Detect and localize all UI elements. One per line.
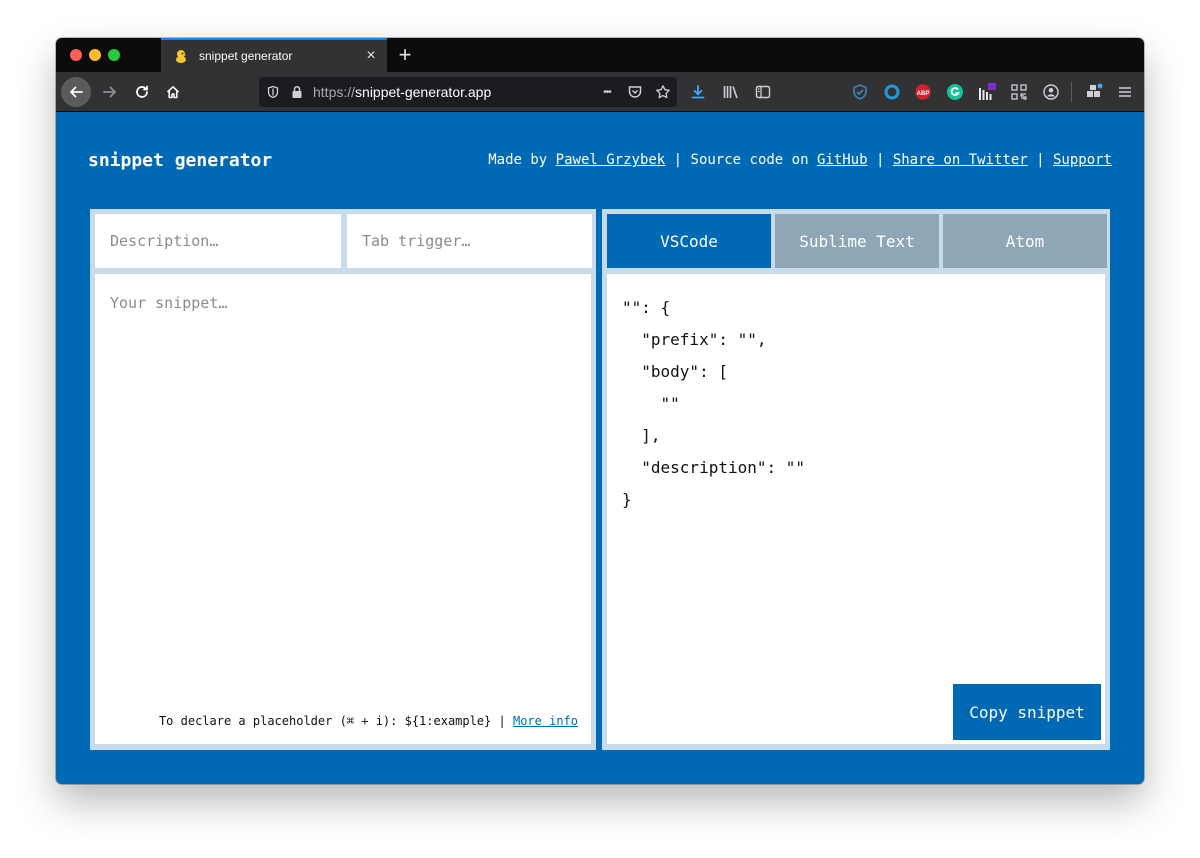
hint-text: To declare a placeholder (⌘ + i): ${1:ex… [158, 714, 513, 728]
reload-button[interactable] [127, 77, 157, 107]
sidebar-icon[interactable] [749, 77, 777, 107]
tab-sublime-text[interactable]: Sublime Text [775, 214, 939, 268]
tracking-shield-icon[interactable] [259, 77, 287, 107]
bookmark-star-icon[interactable] [649, 77, 677, 107]
menu-icon[interactable] [1111, 77, 1139, 107]
tab-trigger-input[interactable] [347, 214, 592, 268]
reload-icon [136, 85, 148, 98]
page-actions-icon[interactable]: ••• [593, 77, 621, 107]
author-link[interactable]: Pawel Grzybek [556, 152, 666, 168]
adblock-plus-icon[interactable]: ABP [909, 77, 937, 107]
circle-extension-icon[interactable] [878, 77, 906, 107]
tab-title: snippet generator [199, 49, 293, 63]
home-button[interactable] [158, 77, 188, 107]
qr-code-icon[interactable] [1005, 77, 1033, 107]
url-text[interactable]: https://snippet-generator.app [313, 84, 593, 100]
header-links: Made by Pawel Grzybek | Source code on G… [488, 152, 1112, 168]
snippet-output: "": { "prefix": "", "body": [ "" ], "des… [607, 274, 1105, 744]
description-input[interactable] [95, 214, 341, 268]
home-icon [166, 86, 180, 99]
account-icon[interactable] [1037, 77, 1065, 107]
twitter-link[interactable]: Share on Twitter [893, 152, 1028, 168]
snippet-textarea[interactable] [95, 274, 591, 744]
tab-vscode[interactable]: VSCode [607, 214, 771, 268]
chick-favicon-icon [173, 48, 189, 64]
tab-atom[interactable]: Atom [943, 214, 1107, 268]
lock-icon[interactable] [287, 77, 307, 107]
browser-tab[interactable]: snippet generator × [161, 38, 387, 72]
pocket-icon[interactable] [621, 77, 649, 107]
toolbar-divider [1071, 82, 1072, 102]
separator: | [1027, 152, 1053, 168]
support-link[interactable]: Support [1053, 152, 1112, 168]
made-by-text: Made by [488, 152, 556, 168]
new-tab-button[interactable]: + [392, 42, 418, 68]
arrow-right-icon [103, 86, 116, 98]
minimize-window-button[interactable] [89, 49, 101, 61]
address-bar[interactable]: https://snippet-generator.app ••• [259, 77, 677, 107]
zoom-window-button[interactable] [108, 49, 120, 61]
extensions-icon[interactable] [1080, 77, 1108, 107]
library-icon[interactable] [717, 77, 745, 107]
generated-code: "": { "prefix": "", "body": [ "" ], "des… [622, 298, 806, 509]
back-button[interactable] [61, 77, 91, 107]
forward-button[interactable] [95, 77, 125, 107]
page-content: snippet generator Made by Pawel Grzybek … [56, 112, 1144, 784]
github-link[interactable]: GitHub [817, 152, 868, 168]
arrow-left-icon [70, 86, 83, 98]
source-code-text: | Source code on [665, 152, 817, 168]
browser-window: snippet generator × + https://snippet-ge… [56, 38, 1144, 784]
output-panel: VSCode Sublime Text Atom "": { "prefix":… [602, 209, 1110, 750]
tab-strip: snippet generator × + [56, 38, 1144, 72]
more-info-link[interactable]: More info [513, 714, 578, 728]
placeholder-hint: To declare a placeholder (⌘ + i): ${1:ex… [95, 714, 591, 728]
bars-extension-icon[interactable] [973, 77, 1001, 107]
grammarly-icon[interactable] [941, 77, 969, 107]
downloads-icon[interactable] [684, 77, 712, 107]
svg-text:ABP: ABP [917, 91, 930, 97]
privacy-extension-icon[interactable] [846, 77, 874, 107]
nav-bar: https://snippet-generator.app ••• ABP [56, 72, 1144, 112]
copy-snippet-button[interactable]: Copy snippet [953, 684, 1101, 740]
site-title: snippet generator [88, 150, 273, 171]
input-panel: To declare a placeholder (⌘ + i): ${1:ex… [90, 209, 596, 750]
separator: | [867, 152, 893, 168]
close-tab-icon[interactable]: × [359, 44, 383, 68]
close-window-button[interactable] [70, 49, 82, 61]
